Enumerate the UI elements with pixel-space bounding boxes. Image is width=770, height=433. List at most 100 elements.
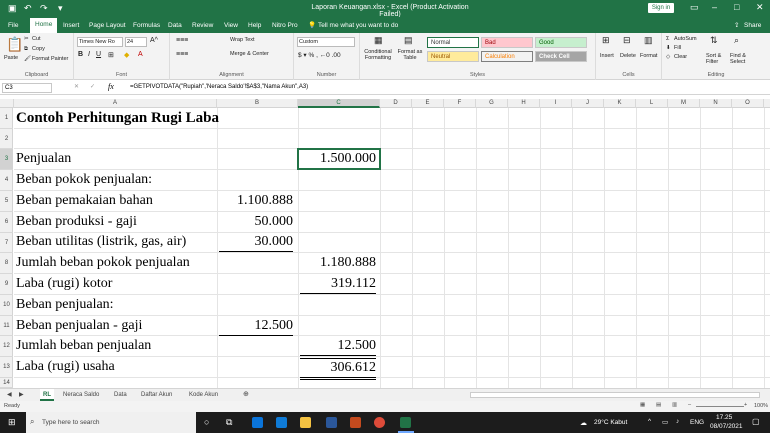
- copy-icon[interactable]: ⧉: [24, 46, 28, 53]
- fill-color-icon[interactable]: ◆: [124, 51, 129, 59]
- sign-in-button[interactable]: Sign in: [648, 3, 674, 13]
- align-left-icon[interactable]: ≡≡≡: [176, 51, 188, 58]
- redo-icon[interactable]: ↷: [40, 3, 48, 13]
- find-select-button[interactable]: Find & Select: [730, 53, 756, 65]
- column-header-n[interactable]: N: [700, 99, 732, 108]
- task-view-icon[interactable]: ⧉: [226, 417, 232, 428]
- cut-button[interactable]: Cut: [32, 36, 41, 42]
- format-painter-button[interactable]: Format Painter: [32, 56, 68, 62]
- weather-text[interactable]: 29°C Kabut: [594, 419, 627, 426]
- powerpoint-icon[interactable]: [350, 417, 361, 428]
- borders-icon[interactable]: ⊞: [108, 51, 114, 59]
- underline-icon[interactable]: U: [96, 51, 101, 58]
- number-format-select[interactable]: Custom: [297, 37, 355, 47]
- sort-filter-button[interactable]: Sort & Filter: [706, 53, 728, 65]
- cell-a10[interactable]: Beban penjualan:: [16, 296, 114, 314]
- format-cells-button[interactable]: Format: [640, 53, 657, 59]
- clear-icon[interactable]: ◇: [666, 54, 670, 60]
- column-header-j[interactable]: J: [572, 99, 604, 108]
- align-top-icon[interactable]: ≡≡≡: [176, 37, 188, 44]
- zoom-slider[interactable]: [696, 406, 744, 407]
- format-table-icon[interactable]: ▤: [404, 35, 413, 46]
- column-header-f[interactable]: F: [444, 99, 476, 108]
- tell-me-search[interactable]: Tell me what you want to do: [318, 20, 398, 33]
- notification-icon[interactable]: ▢: [752, 417, 760, 426]
- column-header-m[interactable]: M: [668, 99, 700, 108]
- cell-b6[interactable]: 50.000: [219, 213, 294, 231]
- cell-a12[interactable]: Jumlah beban penjualan: [16, 337, 151, 355]
- italic-icon[interactable]: I: [88, 51, 90, 58]
- undo-icon[interactable]: ↶: [24, 3, 32, 13]
- row-header-13[interactable]: 13: [0, 357, 13, 378]
- autosum-button[interactable]: AutoSum: [674, 36, 697, 42]
- conditional-formatting-icon[interactable]: ▦: [374, 35, 383, 46]
- tab-data[interactable]: Data: [168, 20, 182, 33]
- cell-b11[interactable]: 12.500: [219, 317, 293, 336]
- row-header-7[interactable]: 7: [0, 233, 13, 253]
- row-header-3[interactable]: 3: [0, 149, 13, 170]
- column-header-o[interactable]: O: [732, 99, 764, 108]
- font-name-select[interactable]: Times New Ro: [77, 37, 123, 47]
- row-header-9[interactable]: 9: [0, 274, 13, 295]
- cell-b5[interactable]: 1.100.888: [219, 192, 293, 210]
- share-icon[interactable]: ⇪: [734, 20, 739, 33]
- word-icon[interactable]: [326, 417, 337, 428]
- row-header-8[interactable]: 8: [0, 253, 13, 274]
- cell-a7[interactable]: Beban utilitas (listrik, gas, air): [16, 233, 186, 251]
- clear-button[interactable]: Clear: [674, 54, 687, 60]
- paste-button[interactable]: Paste: [4, 55, 18, 61]
- sheet-tab-neraca-saldo[interactable]: Neraca Saldo: [60, 389, 102, 401]
- network-icon[interactable]: ▭: [662, 418, 668, 426]
- column-header-k[interactable]: K: [604, 99, 636, 108]
- fill-icon[interactable]: ⬇: [666, 45, 671, 51]
- add-sheet-icon[interactable]: ⊕: [240, 389, 252, 401]
- tab-home[interactable]: Home: [30, 18, 58, 33]
- style-neutral[interactable]: Neutral: [427, 51, 479, 62]
- page-layout-view-icon[interactable]: ▤: [656, 402, 661, 408]
- close-icon[interactable]: ✕: [756, 2, 764, 13]
- row-header-14[interactable]: 14: [0, 378, 13, 388]
- select-all-corner[interactable]: [0, 99, 14, 108]
- format-as-table-button[interactable]: Format as Table: [396, 49, 424, 61]
- merge-center-button[interactable]: Merge & Center: [230, 51, 269, 57]
- column-header-b[interactable]: B: [217, 99, 298, 108]
- page-break-view-icon[interactable]: ▥: [672, 402, 677, 408]
- tab-formulas[interactable]: Formulas: [133, 20, 160, 33]
- insert-function-icon[interactable]: fx: [108, 82, 114, 91]
- cut-icon[interactable]: ✂: [24, 36, 29, 42]
- cell-a9[interactable]: Laba (rugi) kotor: [16, 275, 112, 293]
- paste-icon[interactable]: 📋: [6, 36, 23, 53]
- zoom-out-icon[interactable]: –: [688, 402, 691, 408]
- row-header-12[interactable]: 12: [0, 336, 13, 357]
- mail-icon[interactable]: [252, 417, 263, 428]
- cell-c13[interactable]: 306.612: [300, 358, 376, 380]
- style-calculation[interactable]: Calculation: [481, 51, 533, 62]
- tab-page-layout[interactable]: Page Layout: [89, 20, 126, 33]
- find-select-icon[interactable]: ⌕: [734, 35, 739, 46]
- insert-cells-icon[interactable]: ⊞: [602, 35, 610, 46]
- tab-nitro-pro[interactable]: Nitro Pro: [272, 20, 298, 33]
- cell-a4[interactable]: Beban pokok penjualan:: [16, 171, 152, 189]
- cell-c8[interactable]: 1.180.888: [300, 254, 376, 272]
- cell-c9[interactable]: 319.112: [300, 275, 376, 294]
- normal-view-icon[interactable]: ▦: [640, 402, 645, 408]
- tab-file[interactable]: File: [8, 20, 18, 33]
- sheet-next-icon[interactable]: ▶: [16, 389, 27, 401]
- column-header-i[interactable]: I: [540, 99, 572, 108]
- worksheet-grid[interactable]: Contoh Perhitungan Rugi Laba Penjualan 1…: [14, 108, 770, 388]
- autosum-icon[interactable]: Σ: [666, 36, 669, 42]
- cell-b7[interactable]: 30.000: [219, 233, 293, 252]
- grow-font-icon[interactable]: A^: [150, 37, 158, 44]
- zoom-in-icon[interactable]: +: [744, 402, 747, 408]
- sheet-prev-icon[interactable]: ◀: [4, 389, 15, 401]
- edge-icon[interactable]: [276, 417, 287, 428]
- format-painter-icon[interactable]: 🖌: [24, 56, 31, 62]
- sort-filter-icon[interactable]: ⇅: [710, 35, 718, 46]
- taskbar-search[interactable]: Type here to search: [26, 412, 196, 433]
- chrome-icon[interactable]: [374, 417, 385, 428]
- sheet-tab-daftar-akun[interactable]: Daftar Akun: [138, 389, 175, 401]
- conditional-formatting-button[interactable]: Conditional Formatting: [362, 49, 394, 61]
- formula-input[interactable]: =GETPIVOTDATA("Rupiah",'Neraca Saldo'!$A…: [128, 83, 768, 93]
- column-header-l[interactable]: L: [636, 99, 668, 108]
- minimize-icon[interactable]: –: [712, 2, 717, 12]
